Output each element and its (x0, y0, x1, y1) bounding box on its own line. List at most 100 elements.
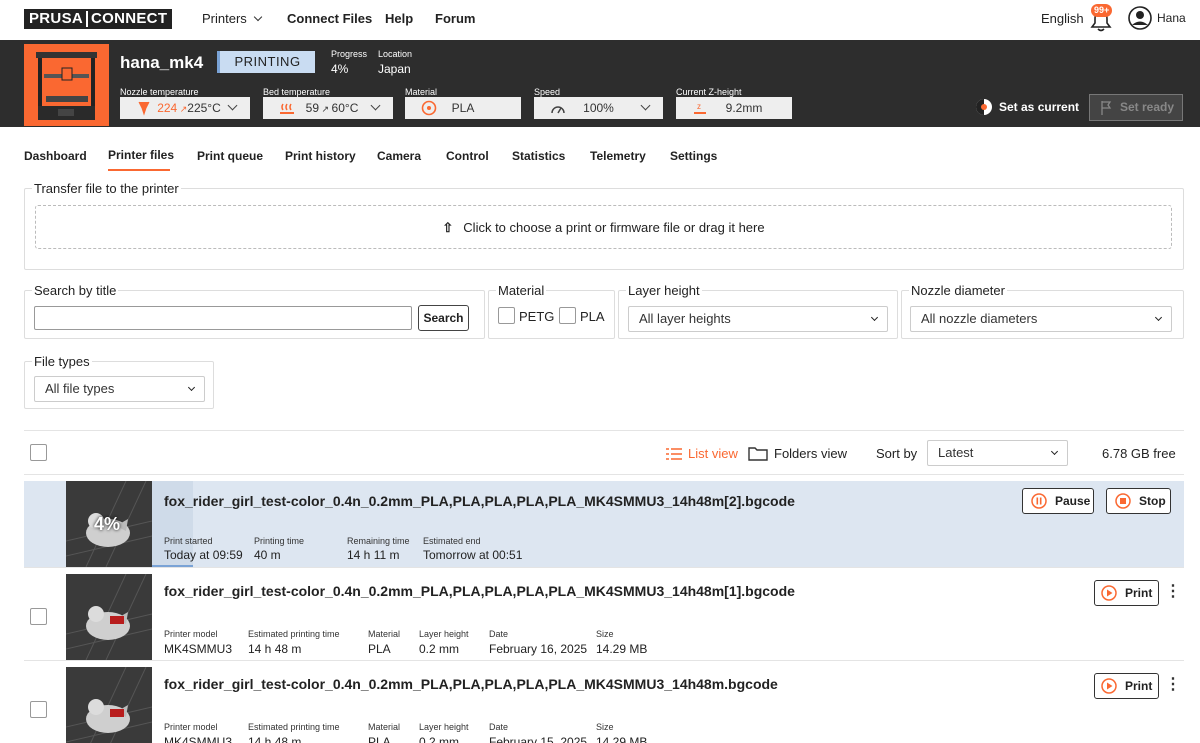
material-value: PLA (451, 101, 475, 115)
printer-name[interactable]: hana_mk4 (120, 53, 203, 73)
meta-label: Date (489, 722, 509, 732)
tab-camera[interactable]: Camera (377, 149, 421, 163)
print-label: Print (1125, 586, 1153, 600)
layer-height-legend: Layer height (626, 283, 702, 298)
pause-icon (1031, 493, 1047, 509)
tab-print-history[interactable]: Print history (285, 149, 356, 163)
tab-telemetry[interactable]: Telemetry (590, 149, 646, 163)
search-input[interactable] (34, 306, 412, 330)
file-checkbox[interactable] (30, 608, 47, 625)
meta-value: Tomorrow at 00:51 (423, 548, 523, 562)
progress-value: 4% (331, 62, 349, 76)
meta-label: Printer model (164, 629, 218, 639)
nozzle-temp-target: 225°C (187, 101, 221, 115)
meta-value: Today at 09:59 (164, 548, 243, 562)
chevron-down-icon (1154, 313, 1163, 322)
more-options-icon[interactable]: ⋮ (1165, 584, 1181, 600)
nozzle-temp-control[interactable]: 224 ↗225°C (120, 97, 250, 119)
language-selector[interactable]: English (1041, 11, 1084, 26)
meta-value: PLA (368, 642, 391, 656)
folders-view-button[interactable]: Folders view (748, 446, 847, 461)
nav-printers[interactable]: Printers (202, 11, 263, 26)
stop-button[interactable]: Stop (1106, 488, 1171, 514)
sort-by-label: Sort by (876, 446, 918, 461)
progress-overlay: 4% (94, 514, 121, 534)
layer-height-select[interactable]: All layer heights (628, 306, 888, 332)
printer-tabs: Dashboard Printer files Print queue Prin… (0, 127, 1200, 173)
sort-select[interactable]: Latest (927, 440, 1068, 466)
nav-connect-files[interactable]: Connect Files (287, 11, 372, 26)
tab-control[interactable]: Control (446, 149, 489, 163)
meta-value: 14 h 11 m (347, 548, 400, 562)
user-name[interactable]: Hana (1157, 11, 1186, 25)
petg-checkbox[interactable] (498, 307, 515, 324)
chevron-down-icon (1050, 447, 1059, 456)
meta-value: 14 h 48 m (248, 642, 302, 656)
meta-label: Print started (164, 536, 213, 546)
meta-value: MK4SMMU3 (164, 735, 233, 743)
meta-label: Material (368, 629, 401, 639)
bed-temp-target: 60°C (331, 101, 359, 115)
file-name[interactable]: fox_rider_girl_test-color_0.4n_0.2mm_PLA… (164, 583, 795, 599)
play-icon (1101, 678, 1117, 694)
print-label: Print (1125, 679, 1153, 693)
file-checkbox[interactable] (30, 701, 47, 718)
set-ready-label: Set ready (1119, 100, 1174, 114)
print-button[interactable]: Print (1094, 580, 1159, 606)
tab-statistics[interactable]: Statistics (512, 149, 565, 163)
select-all-checkbox[interactable] (30, 444, 47, 461)
nozzle-diameter-select[interactable]: All nozzle diameters (910, 306, 1172, 332)
nav-forum[interactable]: Forum (435, 11, 475, 26)
tab-print-queue[interactable]: Print queue (197, 149, 263, 163)
printer-header: hana_mk4 PRINTING Progress 4% Location J… (0, 40, 1200, 127)
nav-printers-label: Printers (202, 11, 247, 26)
material-filter-legend: Material (496, 283, 547, 298)
transfer-legend: Transfer file to the printer (32, 181, 181, 196)
file-types-select[interactable]: All file types (34, 376, 205, 402)
logo-left-text: PRUSA (29, 10, 84, 27)
tab-dashboard[interactable]: Dashboard (24, 149, 87, 163)
chevron-down-icon (187, 383, 196, 392)
nav-help[interactable]: Help (385, 11, 413, 26)
list-view-button[interactable]: List view (666, 446, 738, 461)
meta-value: MK4SMMU3 (164, 642, 233, 656)
file-dropzone[interactable]: ⇧ Click to choose a print or firmware fil… (35, 205, 1172, 249)
tab-printer-files[interactable]: Printer files (108, 148, 174, 162)
file-types-legend: File types (32, 354, 92, 369)
set-ready-button[interactable]: Set ready (1089, 94, 1183, 121)
layer-height-selected: All layer heights (639, 311, 731, 326)
material-display[interactable]: PLA (405, 97, 521, 119)
model-thumbnail-image (66, 667, 152, 743)
meta-label: Layer height (419, 722, 469, 732)
search-button[interactable]: Search (418, 305, 469, 331)
user-avatar-icon[interactable] (1128, 6, 1152, 30)
search-legend: Search by title (32, 283, 119, 298)
pause-button[interactable]: Pause (1022, 488, 1094, 514)
nozzle-temp-current: 224 (157, 101, 178, 115)
meta-value: 14.29 MB (596, 642, 648, 656)
pla-checkbox[interactable] (559, 307, 576, 324)
meta-label: Layer height (419, 629, 469, 639)
meta-value: 14.29 MB (596, 735, 648, 743)
flag-icon (1101, 101, 1112, 115)
prusa-connect-logo[interactable]: PRUSA CONNECT (24, 9, 173, 29)
meta-label: Printer model (164, 722, 218, 732)
bed-temp-label: Bed temperature (263, 87, 331, 97)
print-button[interactable]: Print (1094, 673, 1159, 699)
file-name[interactable]: fox_rider_girl_test-color_0.4n_0.2mm_PLA… (164, 493, 795, 509)
meta-value: 14 h 48 m (248, 735, 302, 743)
file-name[interactable]: fox_rider_girl_test-color_0.4n_0.2mm_PLA… (164, 676, 778, 692)
bed-temp-control[interactable]: 59 ↗ 60°C (263, 97, 393, 119)
file-thumbnail (66, 574, 152, 660)
meta-label: Printing time (254, 536, 305, 546)
file-types-selected: All file types (45, 381, 115, 396)
logo-right-text: CONNECT (91, 10, 168, 27)
tab-settings[interactable]: Settings (670, 149, 717, 163)
more-options-icon[interactable]: ⋮ (1165, 677, 1181, 693)
speed-control[interactable]: 100% (534, 97, 663, 119)
printer-state-badge: PRINTING (217, 51, 315, 73)
meta-label: Remaining time (347, 536, 410, 546)
list-icon (666, 447, 682, 460)
set-as-current-button[interactable]: Set as current (975, 98, 1079, 116)
location-label: Location (378, 49, 413, 59)
